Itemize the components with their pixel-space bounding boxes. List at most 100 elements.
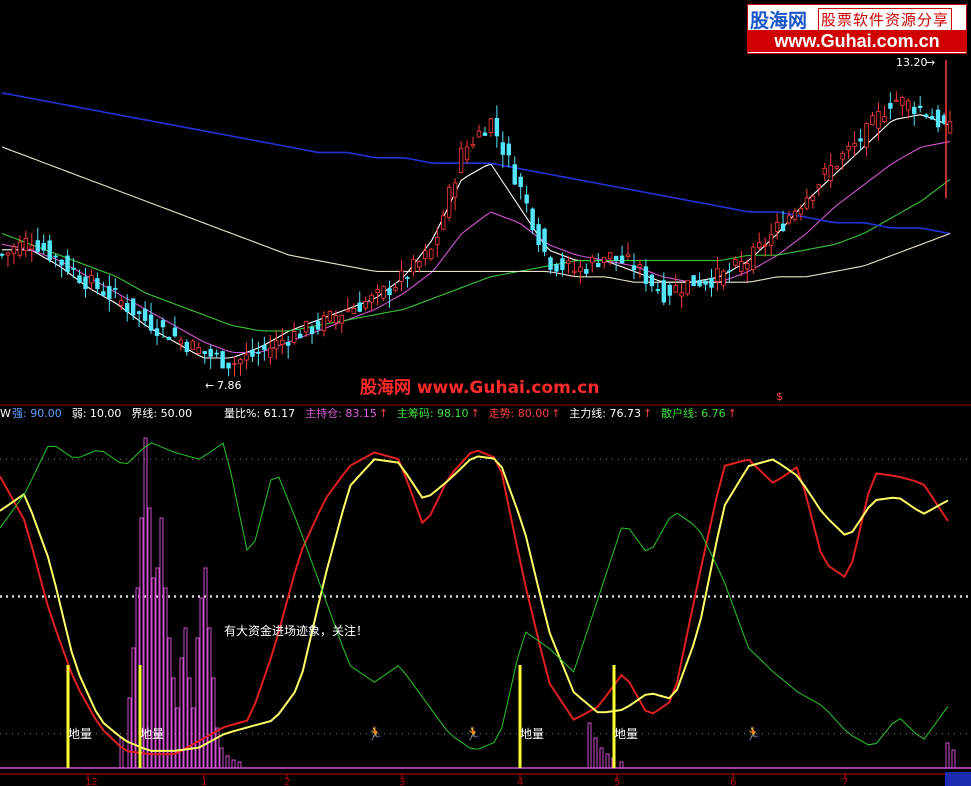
candle-body [83,276,88,290]
candle-body [596,262,601,268]
low-price-label: 7.86 [217,379,242,392]
candle-body [441,215,446,230]
candle-body [566,260,571,264]
candle-body [387,288,392,296]
candle-body [947,121,953,134]
candle-body [375,289,380,294]
x-tick-label: 7 [842,777,848,786]
candle-body [834,166,839,169]
candle-body [59,259,64,266]
candle-body [697,280,702,287]
indicator-name: W [0,407,11,420]
candle-body [739,261,744,272]
candle-body [870,115,875,126]
candle-body [590,256,595,264]
x-tick-label: 2 [284,777,290,786]
candle-body [417,261,422,268]
candle-body [435,236,440,245]
candle-body [0,253,5,256]
candle-body [202,351,207,354]
candle-body [357,302,362,312]
candle-body [643,266,649,284]
header-item: 强: 90.00 [12,407,62,420]
candle-body [673,285,678,293]
candle-body [923,114,929,118]
candle-body [512,164,517,185]
signal-bar [66,665,70,768]
price-candle [751,242,756,274]
candle-body [757,242,762,249]
candle-body [554,263,559,272]
candle-body [524,194,529,204]
header-item: 量比%: 61.17 [224,407,295,420]
candle-body [846,146,851,151]
candle-body [751,246,756,270]
candle-body [470,143,476,147]
up-arrow-icon: ↑ [551,407,560,420]
x-tick-label: 5 [614,777,620,786]
candle-body [339,314,345,324]
candle-body [119,300,124,306]
candle-body [95,278,100,289]
header-item: 走势: 80.00 [489,407,550,420]
candle-body [23,238,29,252]
candle-body [482,132,488,136]
candle-body [768,233,774,246]
signal-bar [138,665,142,768]
candle-body [667,284,672,296]
candle-body [35,240,40,252]
candle-body [130,298,136,316]
candle-body [321,315,327,332]
candle-body [148,314,154,331]
candle-body [542,228,547,252]
watermark-tagline: 股票软件资源分享 [818,8,953,31]
candle-body [17,241,23,256]
candle-body [452,182,458,198]
up-arrow-icon: ↑ [728,407,737,420]
candle-body [369,295,374,303]
candle-body [446,186,452,218]
candle-body [578,266,583,273]
candle-body [607,252,613,260]
candle-body [47,240,52,260]
candle-body [929,116,935,120]
candle-body [160,320,166,328]
candle-body [268,347,273,358]
candle-body [816,184,822,189]
candle-body [852,142,857,147]
candle-body [214,352,219,355]
candle-body [250,349,255,357]
candle-body [29,245,35,250]
candle-body [190,340,195,350]
candle-body [220,351,225,369]
candle-body [506,143,511,156]
candle-body [363,301,368,309]
signal-label: 地量 [520,727,544,741]
signal-label: 地量 [68,727,92,741]
candle-body [548,257,553,270]
candle-body [381,286,386,299]
candle-body [727,270,732,273]
candle-body [810,196,816,201]
header-item: 主筹码: 98.10 [397,406,469,420]
candle-body [351,308,356,314]
candle-body [154,328,160,336]
stock-chart: ←→ 地量 地量 地量 地量🏃 🏃 🏃 13.20 7.86 $ 股海网 www.Guha… [0,0,971,786]
candle-body [518,176,523,188]
runner-icon: 🏃 [465,726,481,742]
candle-body [208,348,213,357]
candle-body [500,142,506,155]
x-tick-label: 4 [517,777,523,786]
candle-body [399,270,404,282]
capital-entry-annotation: 有大资金进场迹象，关注！ [224,623,368,638]
candle-body [631,265,637,271]
candle-body [494,117,500,137]
watermark-site-name: 股海网 [750,10,808,32]
candle-body [393,287,398,291]
candle-body [584,268,589,274]
candle-body [291,331,297,343]
watermark-logo: 股海网 股票软件资源分享 www.Guhai.com.cn [747,4,967,54]
candle-body [327,310,333,322]
candle-body [906,100,911,111]
candle-body [107,286,112,299]
